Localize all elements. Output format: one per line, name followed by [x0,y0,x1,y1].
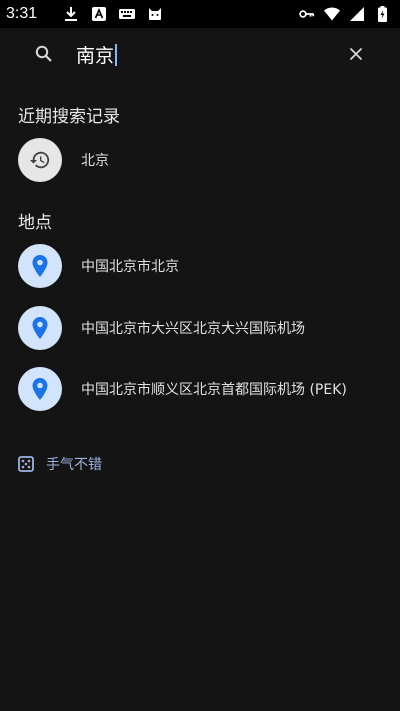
history-icon-circle [18,138,62,182]
location-pin-icon [32,378,48,400]
place-item-0[interactable]: 中国北京市北京 [0,236,400,296]
font-app-icon [91,6,107,22]
recent-searches-title: 近期搜索记录 [18,107,120,127]
battery-charging-icon [374,6,390,22]
clear-search-button[interactable] [342,40,370,68]
recent-item-0[interactable]: 北京 [0,130,400,190]
place-item-2[interactable]: 中国北京市顺义区北京首都国际机场 (PEK) [0,359,400,419]
places-title: 地点 [18,213,52,233]
place-item-1[interactable]: 中国北京市大兴区北京大兴国际机场 [0,298,400,358]
text-caret [115,44,118,66]
dice-icon [18,456,34,472]
place-item-label: 中国北京市顺义区北京首都国际机场 (PEK) [81,382,347,398]
recent-item-label: 北京 [81,153,109,169]
vpn-key-icon [299,6,315,22]
search-icon [34,44,54,64]
close-icon [349,47,363,61]
status-time: 3:31 [6,5,38,22]
place-item-label: 中国北京市大兴区北京大兴国际机场 [81,321,305,337]
keyboard-icon [119,6,136,22]
place-icon-circle [18,244,62,288]
search-query: 南京 [76,45,115,67]
history-icon [29,151,50,169]
signal-icon [349,6,365,22]
wifi-icon [324,6,340,22]
place-item-label: 中国北京市北京 [81,259,179,275]
location-pin-icon [32,255,48,277]
feeling-lucky-label: 手气不错 [46,457,102,473]
search-input[interactable]: 南京 [76,41,118,68]
search-bar: 南京 [0,28,400,80]
download-icon [63,6,79,22]
place-icon-circle [18,306,62,350]
place-icon-circle [18,367,62,411]
status-left: 3:31 [6,5,163,23]
location-pin-icon [32,317,48,339]
feeling-lucky-button[interactable]: 手气不错 [18,452,102,476]
status-right [299,6,390,22]
cat-app-icon [147,6,163,22]
status-bar: 3:31 [0,0,400,28]
